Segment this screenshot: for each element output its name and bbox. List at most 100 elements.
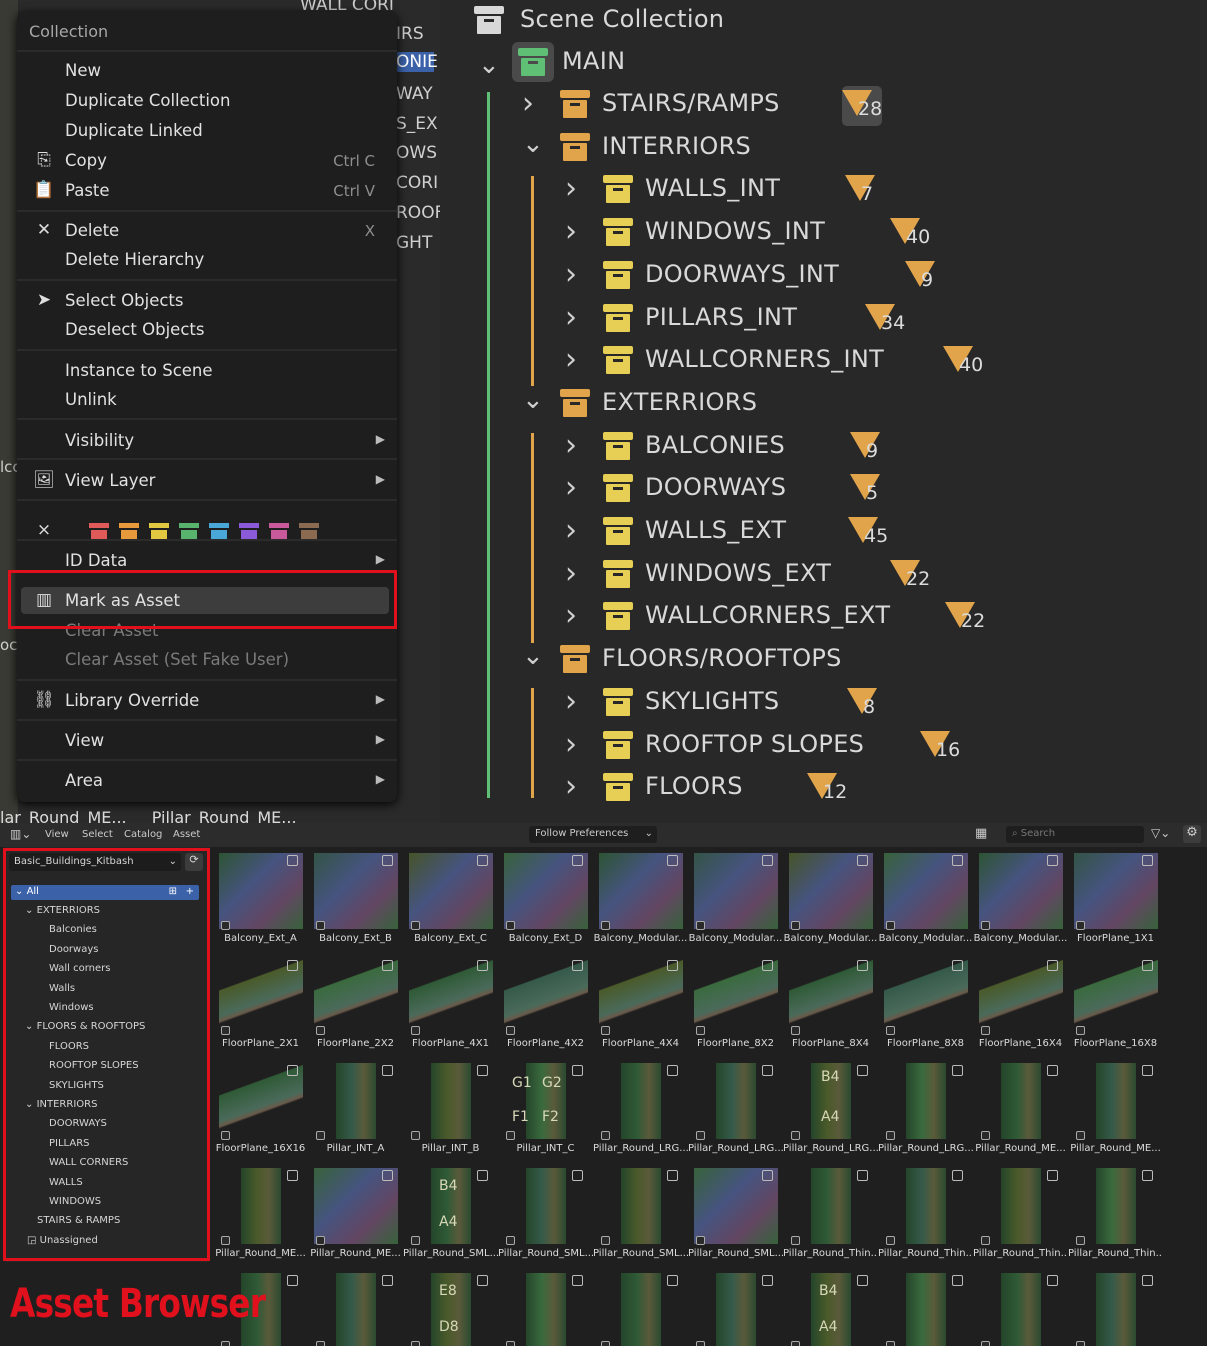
edit-icon[interactable] xyxy=(857,855,868,866)
asset-tile[interactable]: Pillar_Round_LRG... xyxy=(688,1059,783,1164)
object-count-badge[interactable]: 22 xyxy=(890,556,930,596)
asset-tile[interactable]: FloorPlane_1X1 xyxy=(1068,849,1163,954)
asset-tile[interactable]: Balcony_Ext_B xyxy=(308,849,403,954)
object-count-badge[interactable]: 22 xyxy=(945,598,985,638)
asset-tile[interactable] xyxy=(688,1269,783,1346)
edit-icon[interactable] xyxy=(1142,960,1153,971)
edit-icon[interactable] xyxy=(1047,1275,1058,1286)
asset-tile[interactable]: Balcony_Modular... xyxy=(783,849,878,954)
chevron-right-icon[interactable]: › xyxy=(565,684,589,719)
menu-item-view-layer[interactable]: 🖼 View Layer ▶ xyxy=(17,467,397,495)
edit-icon[interactable] xyxy=(477,1275,488,1286)
asset-tile[interactable] xyxy=(1068,1269,1163,1346)
edit-icon[interactable] xyxy=(952,1065,963,1076)
object-count-badge[interactable]: 5 xyxy=(850,470,890,510)
display-mode-icon[interactable]: ▦ xyxy=(975,826,987,841)
asset-select-checkbox[interactable] xyxy=(886,1026,895,1035)
asset-select-checkbox[interactable] xyxy=(601,1131,610,1140)
chevron-right-icon[interactable]: › xyxy=(565,171,589,206)
edit-icon[interactable] xyxy=(477,1170,488,1181)
asset-select-checkbox[interactable] xyxy=(791,1026,800,1035)
menu-item-deselect-objects[interactable]: Deselect Objects xyxy=(17,316,397,344)
asset-tile[interactable]: Pillar_Round_LRG... B4 A4 xyxy=(783,1059,878,1164)
menu-item-unlink[interactable]: Unlink xyxy=(17,386,397,414)
asset-tile[interactable]: Pillar_Round_SML... B4 A4 xyxy=(403,1164,498,1269)
asset-tile[interactable]: FloorPlane_16X16 xyxy=(213,1059,308,1164)
edit-icon[interactable] xyxy=(477,960,488,971)
edit-icon[interactable] xyxy=(952,855,963,866)
object-count-badge[interactable]: 9 xyxy=(905,257,945,297)
asset-tile[interactable]: Balcony_Ext_A xyxy=(213,849,308,954)
edit-icon[interactable] xyxy=(667,1275,678,1286)
asset-select-checkbox[interactable] xyxy=(1076,1341,1085,1346)
asset-tile[interactable]: Pillar_Round_SML... xyxy=(688,1164,783,1269)
edit-icon[interactable] xyxy=(857,1170,868,1181)
clear-color-tag-button[interactable]: × xyxy=(17,514,57,542)
object-count-badge[interactable]: 9 xyxy=(850,428,890,468)
menu-asset[interactable]: Asset xyxy=(173,829,200,840)
edit-icon[interactable] xyxy=(1047,960,1058,971)
chevron-down-icon[interactable]: ⌄ xyxy=(522,129,546,159)
edit-icon[interactable] xyxy=(287,855,298,866)
edit-icon[interactable] xyxy=(667,855,678,866)
asset-select-checkbox[interactable] xyxy=(1076,1236,1085,1245)
edit-icon[interactable] xyxy=(952,1170,963,1181)
editor-type-icon[interactable]: ▥⌄ xyxy=(10,827,31,841)
edit-icon[interactable] xyxy=(762,855,773,866)
asset-select-checkbox[interactable] xyxy=(601,1026,610,1035)
filter-icon[interactable]: ▽⌄ xyxy=(1151,826,1170,840)
edit-icon[interactable] xyxy=(382,855,393,866)
edit-icon[interactable] xyxy=(382,1275,393,1286)
menu-select[interactable]: Select xyxy=(82,829,113,840)
asset-select-checkbox[interactable] xyxy=(1076,1026,1085,1035)
asset-select-checkbox[interactable] xyxy=(886,921,895,930)
asset-tile[interactable]: Pillar_Round_ME... xyxy=(213,1164,308,1269)
chevron-right-icon[interactable]: › xyxy=(565,727,589,762)
menu-item-delete[interactable]: ✕ Delete X xyxy=(17,217,397,245)
asset-tile[interactable]: Pillar_INT_A xyxy=(308,1059,403,1164)
menu-item-delete-hierarchy[interactable]: Delete Hierarchy xyxy=(17,246,397,274)
asset-tile[interactable]: FloorPlane_16X4 xyxy=(973,954,1068,1059)
edit-icon[interactable] xyxy=(762,1275,773,1286)
asset-tile[interactable]: FloorPlane_4X1 xyxy=(403,954,498,1059)
import-method-select[interactable]: Follow Preferences ⌄ xyxy=(529,826,657,843)
asset-select-checkbox[interactable] xyxy=(316,1236,325,1245)
asset-tile[interactable]: Pillar_INT_B xyxy=(403,1059,498,1164)
chevron-down-icon[interactable]: ⌄ xyxy=(478,50,502,80)
edit-icon[interactable] xyxy=(572,855,583,866)
object-count-badge[interactable]: 34 xyxy=(865,300,905,340)
asset-select-checkbox[interactable] xyxy=(506,1131,515,1140)
asset-tile[interactable]: FloorPlane_8X8 xyxy=(878,954,973,1059)
asset-select-checkbox[interactable] xyxy=(316,1341,325,1346)
edit-icon[interactable] xyxy=(762,960,773,971)
edit-icon[interactable] xyxy=(572,1065,583,1076)
chevron-right-icon[interactable]: › xyxy=(565,257,589,292)
asset-tile[interactable] xyxy=(593,1269,688,1346)
chevron-right-icon[interactable]: › xyxy=(565,769,589,804)
edit-icon[interactable] xyxy=(952,1275,963,1286)
asset-tile[interactable]: Pillar_Round_SML... xyxy=(593,1164,688,1269)
object-count-badge[interactable]: 7 xyxy=(845,171,885,211)
asset-tile[interactable]: FloorPlane_8X4 xyxy=(783,954,878,1059)
edit-icon[interactable] xyxy=(287,1275,298,1286)
chevron-right-icon[interactable]: › xyxy=(565,470,589,505)
chevron-right-icon[interactable]: › xyxy=(565,342,589,377)
edit-icon[interactable] xyxy=(287,960,298,971)
edit-icon[interactable] xyxy=(857,1065,868,1076)
asset-select-checkbox[interactable] xyxy=(791,1131,800,1140)
edit-icon[interactable] xyxy=(857,960,868,971)
asset-tile[interactable]: Pillar_Round_SML... xyxy=(498,1164,593,1269)
asset-tile[interactable] xyxy=(973,1269,1068,1346)
asset-select-checkbox[interactable] xyxy=(696,921,705,930)
asset-tile[interactable]: Balcony_Ext_D xyxy=(498,849,593,954)
edit-icon[interactable] xyxy=(477,1065,488,1076)
object-count-badge[interactable]: 45 xyxy=(848,513,888,553)
edit-icon[interactable] xyxy=(1047,1065,1058,1076)
edit-icon[interactable] xyxy=(287,1065,298,1076)
asset-tile[interactable]: Pillar_Round_LRG... xyxy=(593,1059,688,1164)
edit-icon[interactable] xyxy=(1047,1170,1058,1181)
chevron-right-icon[interactable]: › xyxy=(522,86,546,121)
edit-icon[interactable] xyxy=(382,1170,393,1181)
asset-select-checkbox[interactable] xyxy=(981,921,990,930)
asset-select-checkbox[interactable] xyxy=(791,921,800,930)
